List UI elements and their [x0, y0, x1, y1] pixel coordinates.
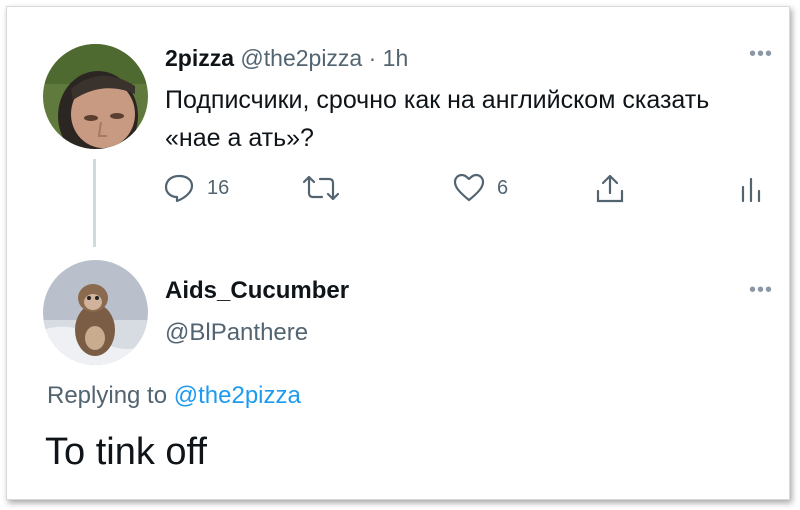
analytics-button[interactable]	[739, 173, 763, 203]
retweet-button[interactable]	[303, 173, 339, 203]
reply-author-avatar[interactable]	[43, 260, 148, 365]
like-count: 6	[497, 176, 509, 199]
like-button[interactable]: 6	[453, 173, 508, 203]
reply-text: To tink off	[45, 431, 207, 473]
retweet-icon	[303, 175, 339, 201]
replying-to-line: Replying to @the2pizza	[47, 382, 301, 410]
replying-to-link[interactable]: @the2pizza	[174, 382, 301, 409]
tweet-text: Подписчики, срочно как на английском ска…	[165, 86, 710, 152]
reply-more-icon[interactable]: •••	[749, 279, 773, 302]
share-button[interactable]	[595, 173, 625, 205]
reply-count: 16	[207, 176, 230, 199]
reply-icon	[164, 174, 194, 203]
tweet-screenshot-frame: 2pizza @the2pizza · 1h ••• Подписчики, с…	[6, 6, 790, 500]
replying-prefix: Replying to	[47, 382, 168, 409]
share-icon	[596, 174, 624, 203]
tweet-header: 2pizza @the2pizza · 1h	[165, 45, 408, 72]
more-icon[interactable]: •••	[749, 43, 773, 66]
reply-author-handle[interactable]: @BlPanthere	[165, 319, 308, 347]
tweet-time[interactable]: · 1h	[369, 45, 409, 71]
reply-author-name[interactable]: Aids_Cucumber	[165, 277, 349, 305]
reply-button[interactable]: 16	[163, 173, 229, 203]
author-avatar[interactable]	[43, 44, 148, 149]
tweet-actions: 16 6	[163, 173, 783, 209]
author-handle[interactable]: @the2pizza	[240, 45, 362, 71]
thread-line	[93, 159, 96, 247]
heart-icon	[453, 173, 485, 202]
analytics-icon	[741, 177, 761, 203]
author-name[interactable]: 2pizza	[165, 45, 234, 71]
